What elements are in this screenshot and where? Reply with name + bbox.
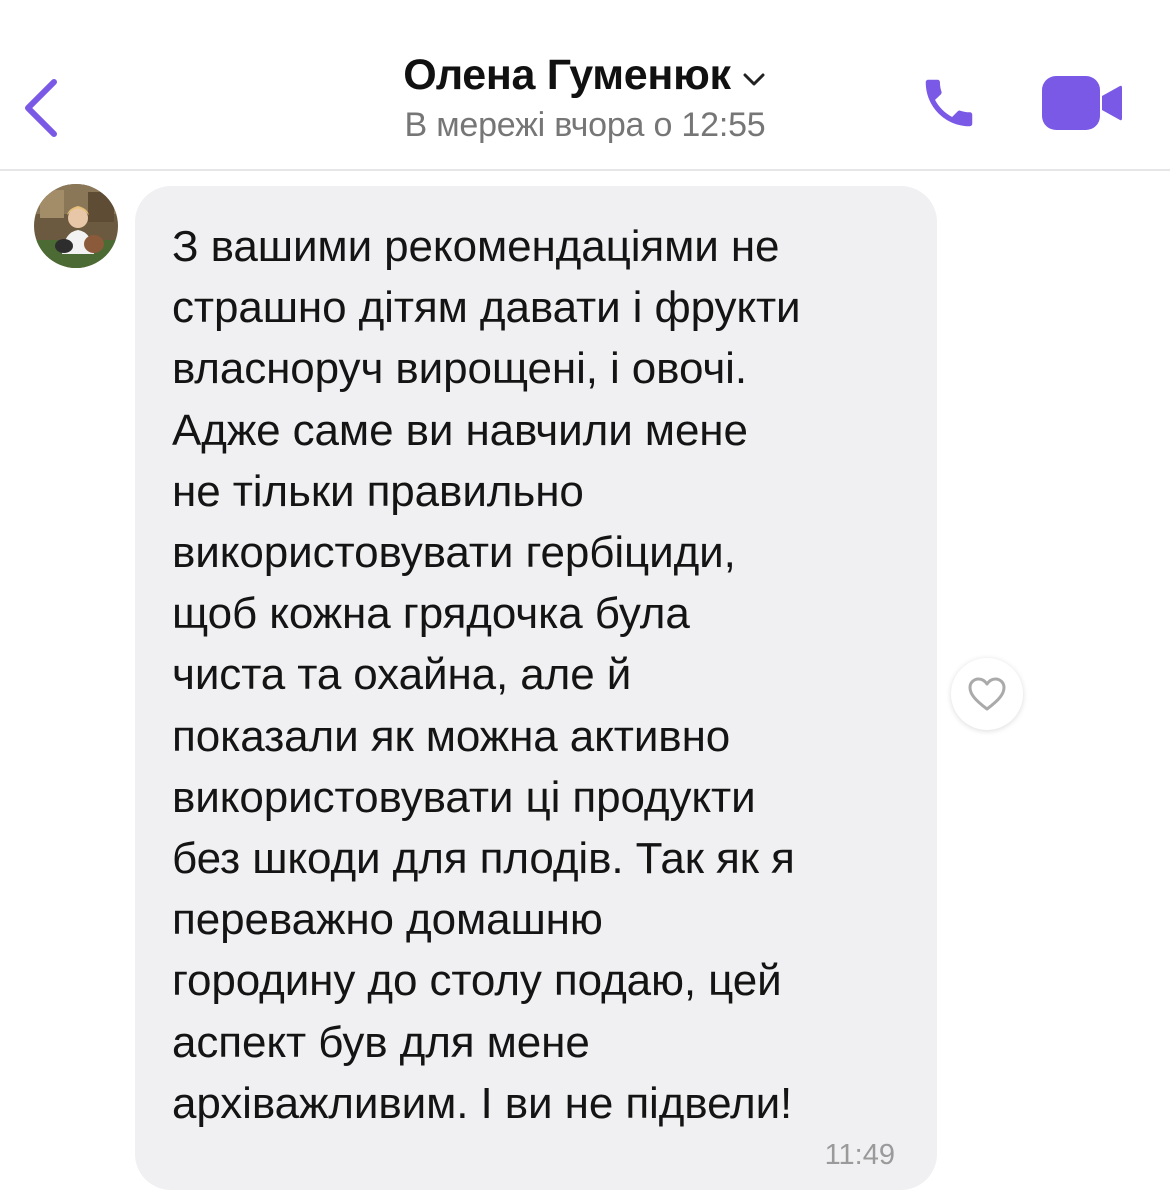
message-bubble[interactable]: З вашими рекомендаціями не страшно дітям… [135, 186, 937, 1190]
chevron-down-icon [743, 73, 765, 86]
like-button[interactable] [951, 658, 1023, 730]
voice-call-button[interactable] [918, 72, 980, 134]
online-status: В мережі вчора о 12:55 [404, 106, 766, 144]
video-camera-icon [1042, 76, 1122, 130]
contact-name-button[interactable]: Олена Гуменюк [403, 46, 767, 104]
phone-icon [925, 79, 973, 127]
message-time: 11:49 [824, 1139, 895, 1171]
contact-name: Олена Гуменюк [403, 50, 731, 99]
message-text: З вашими рекомендаціями не страшно дітям… [172, 222, 801, 1128]
avatar[interactable] [34, 184, 118, 268]
heart-outline-icon [968, 677, 1006, 711]
contact-info: Олена Гуменюк В мережі вчора о 12:55 [0, 46, 1170, 145]
video-call-button[interactable] [1040, 74, 1124, 132]
chat-header: Олена Гуменюк В мережі вчора о 12:55 [0, 0, 1170, 171]
avatar-photo [34, 184, 118, 268]
